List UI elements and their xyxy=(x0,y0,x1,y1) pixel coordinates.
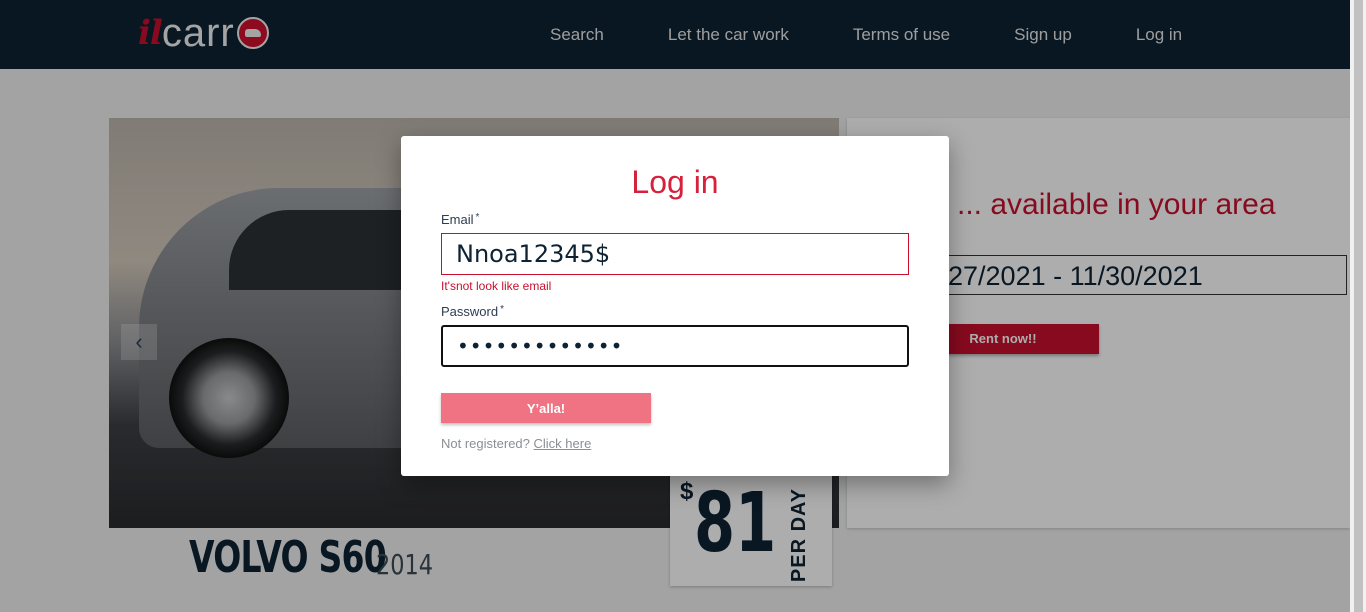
email-label-text: Email xyxy=(441,212,474,227)
password-required-mark: * xyxy=(500,304,504,315)
email-label: Email * xyxy=(441,212,479,227)
email-input[interactable] xyxy=(441,233,909,275)
email-error-message: It'snot look like email xyxy=(441,279,552,293)
login-modal: Log in Email* It'snot look like email Pa… xyxy=(401,136,949,476)
yalla-submit-button[interactable]: Y’alla! xyxy=(441,393,651,423)
password-label-text: Password xyxy=(441,304,499,319)
modal-title: Log in xyxy=(631,164,719,200)
password-input[interactable] xyxy=(441,325,909,367)
scrollbar-thumb[interactable] xyxy=(1354,0,1363,612)
not-registered-text: Not registered? xyxy=(441,436,530,451)
page-scrollbar[interactable] xyxy=(1350,0,1366,612)
password-label: Password * xyxy=(441,304,504,319)
email-required-mark: * xyxy=(475,212,480,223)
register-prompt: Not registered? Click here xyxy=(441,436,591,451)
click-here-link[interactable]: Click here xyxy=(534,436,592,451)
